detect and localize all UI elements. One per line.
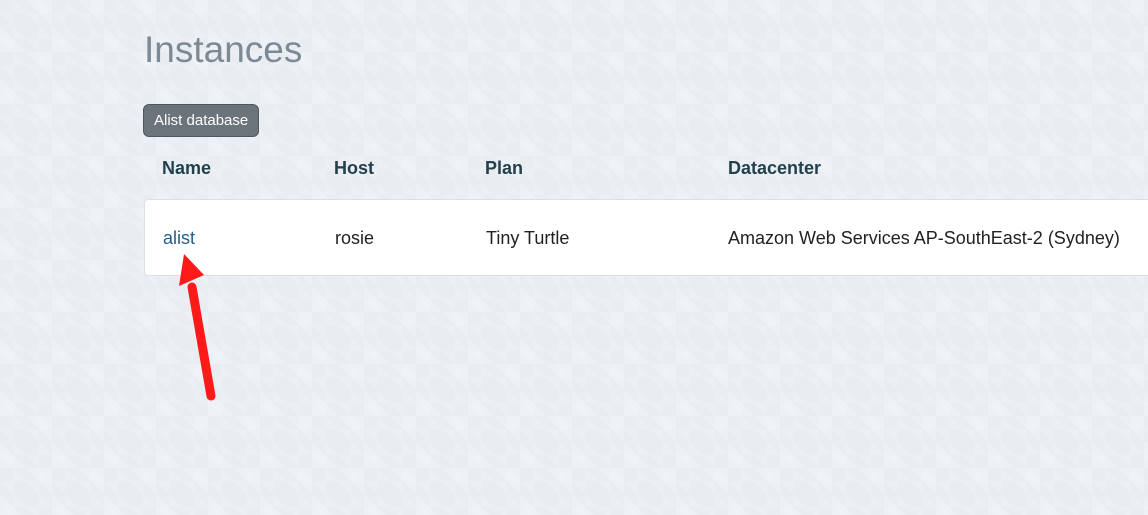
instance-plan: Tiny Turtle [486,228,570,248]
instances-table-header: Name Host Plan Datacenter [144,154,1148,184]
column-header-name: Name [162,158,212,178]
column-header-plan: Plan [485,158,524,178]
instance-row[interactable]: alist rosie Tiny Turtle Amazon Web Servi… [144,199,1148,276]
instance-host: rosie [335,228,375,248]
column-header-host: Host [334,158,374,178]
database-filter-chip[interactable]: Alist database [143,104,260,137]
instance-name-link[interactable]: alist [163,228,195,249]
column-header-datacenter: Datacenter [728,158,822,178]
instance-datacenter: Amazon Web Services AP-SouthEast-2 (Sydn… [728,228,1120,248]
database-filter-label: Alist database [154,112,249,129]
page-title: Instances [144,29,303,70]
